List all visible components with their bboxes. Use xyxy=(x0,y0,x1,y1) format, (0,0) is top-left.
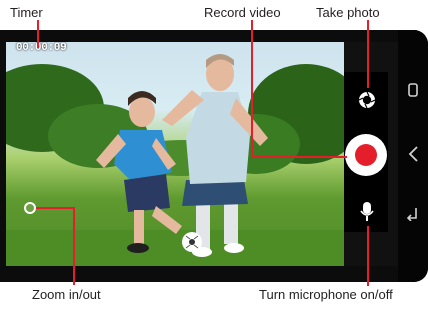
microphone-icon xyxy=(360,202,374,221)
viewfinder-scene xyxy=(6,54,344,266)
callout-record-video-label: Record video xyxy=(204,5,281,20)
record-icon xyxy=(355,144,377,166)
callout-microphone-label: Turn microphone on/off xyxy=(259,287,393,302)
recent-apps-button[interactable] xyxy=(406,82,420,98)
microphone-toggle-button[interactable] xyxy=(357,200,377,224)
microphone-leader-line xyxy=(367,226,369,286)
take-photo-button[interactable] xyxy=(355,88,379,112)
callout-take-photo-label: Take photo xyxy=(316,5,380,20)
camera-shutter-icon xyxy=(358,91,376,109)
take-photo-leader-line xyxy=(367,20,369,88)
record-leader-line-vertical xyxy=(251,20,253,158)
record-video-button[interactable] xyxy=(345,134,387,176)
recording-timer: 00:00:09 xyxy=(16,42,67,54)
zoom-handle-icon[interactable] xyxy=(24,202,36,214)
record-leader-line-horizontal xyxy=(251,156,347,158)
camera-viewfinder xyxy=(6,42,344,266)
back-button[interactable] xyxy=(406,206,420,222)
back-icon xyxy=(407,208,417,221)
home-icon xyxy=(408,146,418,162)
timer-leader-line xyxy=(37,20,39,48)
zoom-leader-line-vertical xyxy=(73,207,75,285)
callout-timer-label: Timer xyxy=(10,5,43,20)
zoom-leader-line-horizontal xyxy=(36,207,74,209)
home-button[interactable] xyxy=(406,146,420,162)
callout-zoom-label: Zoom in/out xyxy=(32,287,101,302)
recent-apps-icon xyxy=(408,83,418,97)
